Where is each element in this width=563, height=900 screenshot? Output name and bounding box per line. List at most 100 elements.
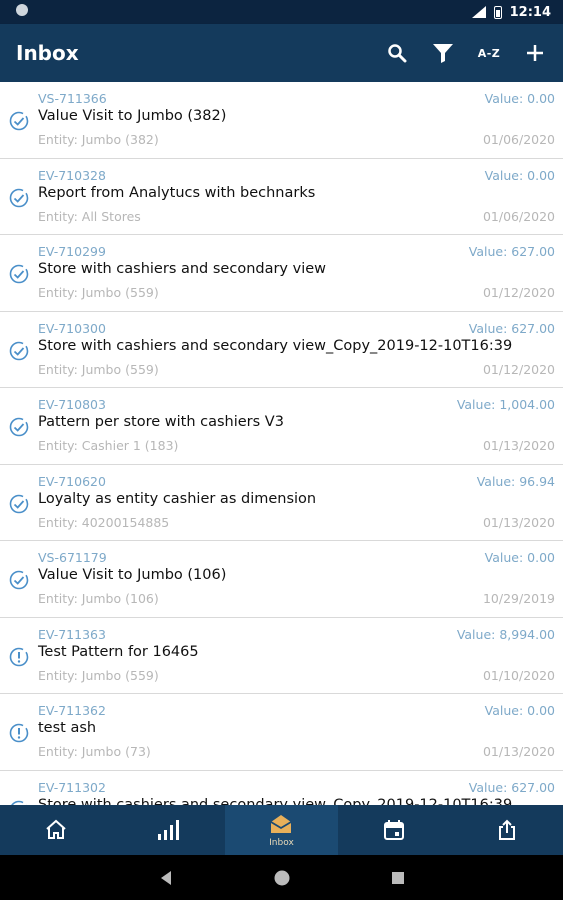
- filter-icon: [433, 44, 453, 63]
- item-title: Store with cashiers and secondary view_C…: [38, 337, 513, 354]
- item-title: Value Visit to Jumbo (106): [38, 567, 227, 583]
- row-header: EV-710299 Value: 627.00: [38, 235, 555, 259]
- inbox-list[interactable]: VS-711366 Value: 0.00 Value Visit to Jumbo…: [0, 82, 563, 805]
- item-date: 01/12/2020: [482, 361, 555, 377]
- completed-check-icon: [9, 188, 29, 207]
- nav-home[interactable]: [0, 805, 113, 855]
- item-entity: Entity: Jumbo (382): [38, 132, 159, 147]
- item-id: EV-710803: [38, 397, 106, 412]
- item-title: Store with cashiers and secondary view_C…: [38, 796, 513, 806]
- sort-az-button[interactable]: A-Z: [477, 41, 501, 65]
- search-button[interactable]: [385, 41, 409, 65]
- list-item[interactable]: EV-710300 Value: 627.00 Store with cashier…: [0, 312, 563, 388]
- bottom-nav: Inbox: [0, 805, 563, 855]
- bar-chart-icon: [157, 820, 179, 840]
- row-header: EV-710803 Value: 1,004.00: [38, 388, 555, 412]
- app-bar: Inbox A-Z: [0, 24, 563, 82]
- row-header: EV-710328 Value: 0.00: [38, 159, 555, 183]
- recents-icon[interactable]: [391, 871, 405, 885]
- item-entity: Entity: 40200154885: [38, 514, 170, 530]
- completed-check-icon: [9, 417, 29, 437]
- list-item[interactable]: VS-671179 Value: 0.00 Value Visit to Jumbo…: [0, 541, 563, 618]
- filter-button[interactable]: [431, 41, 455, 65]
- item-entity: Entity: Jumbo (73): [38, 744, 151, 759]
- item-date: 01/06/2020: [482, 208, 555, 224]
- notification-area: [16, 4, 28, 20]
- item-date: 01/13/2020: [482, 744, 555, 759]
- row-header: EV-711302 Value: 627.00: [38, 771, 555, 795]
- list-item[interactable]: VS-711366 Value: 0.00 Value Visit to Jumbo…: [0, 82, 563, 159]
- item-value: Value: 0.00: [484, 550, 555, 565]
- item-id: EV-711363: [38, 626, 106, 642]
- search-icon: [388, 44, 407, 63]
- plus-icon: [527, 45, 543, 61]
- row-footer: Entity: Cashier 1 (183) 01/13/2020: [38, 434, 555, 453]
- row-footer: Entity: Jumbo (559) 01/12/2020: [38, 358, 555, 377]
- item-id: EV-710299: [38, 244, 106, 259]
- alert-icon: [9, 723, 29, 743]
- nav-calendar[interactable]: [338, 805, 451, 855]
- row-footer: Entity: Jumbo (559) 01/12/2020: [38, 281, 555, 300]
- row-footer: Entity: Jumbo (559) 01/10/2020: [38, 664, 555, 683]
- list-item[interactable]: EV-710620 Value: 96.94 Loyalty as entity c…: [0, 465, 563, 541]
- item-date: 01/13/2020: [482, 514, 555, 530]
- item-entity: Entity: Cashier 1 (183): [38, 438, 179, 453]
- row-footer: Entity: Jumbo (73) 01/13/2020: [38, 740, 555, 759]
- row-header: EV-710300 Value: 627.00: [38, 312, 555, 336]
- row-header: EV-710620 Value: 96.94: [38, 465, 555, 489]
- calendar-icon: [384, 820, 405, 840]
- signal-icon: [471, 6, 486, 18]
- item-entity: Entity: Jumbo (559): [38, 667, 159, 683]
- item-title: test ash: [38, 720, 97, 736]
- back-icon[interactable]: [159, 870, 173, 886]
- home-button-icon[interactable]: [273, 869, 291, 887]
- nav-inbox[interactable]: Inbox: [225, 805, 338, 855]
- item-id: VS-671179: [38, 550, 107, 565]
- status-bar: 12:14: [0, 0, 563, 24]
- item-date: 01/10/2020: [482, 667, 555, 683]
- item-entity: Entity: Jumbo (559): [38, 285, 159, 300]
- app-bar-actions: A-Z: [385, 41, 547, 65]
- item-id: EV-710300: [38, 320, 106, 336]
- list-item[interactable]: EV-710328 Value: 0.00 Report from Analytuc…: [0, 159, 563, 235]
- list-item[interactable]: EV-710299 Value: 627.00 Store with cashier…: [0, 235, 563, 312]
- list-item[interactable]: EV-710803 Value: 1,004.00 Pattern per stor…: [0, 388, 563, 465]
- nav-share[interactable]: [450, 805, 563, 855]
- item-value: Value: 0.00: [484, 703, 555, 718]
- item-value: Value: 627.00: [468, 244, 555, 259]
- list-item[interactable]: EV-711363 Value: 8,994.00 Test Pattern for…: [0, 618, 563, 694]
- completed-check-icon: [9, 341, 29, 360]
- notification-dot-icon: [16, 4, 28, 16]
- completed-check-icon: [9, 111, 29, 131]
- item-id: EV-710328: [38, 167, 106, 183]
- row-footer: Entity: All Stores 01/06/2020: [38, 205, 555, 224]
- item-title: Pattern per store with cashiers V3: [38, 414, 284, 430]
- row-header: EV-711362 Value: 0.00: [38, 694, 555, 718]
- system-nav-bar: [0, 855, 563, 900]
- item-title: Loyalty as entity cashier as dimension: [38, 490, 317, 507]
- item-title: Value Visit to Jumbo (382): [38, 108, 227, 124]
- row-footer: Entity: 40200154885 01/13/2020: [38, 511, 555, 530]
- item-date: 01/12/2020: [482, 285, 555, 300]
- item-value: Value: 0.00: [484, 91, 555, 106]
- system-indicators: 12:14: [471, 5, 551, 20]
- item-title: Report from Analytucs with bechnarks: [38, 184, 316, 201]
- item-value: Value: 627.00: [468, 779, 555, 795]
- alert-icon: [9, 647, 29, 666]
- item-entity: Entity: All Stores: [38, 208, 141, 224]
- item-id: EV-711302: [38, 779, 106, 795]
- item-entity: Entity: Jumbo (106): [38, 591, 159, 606]
- row-header: VS-711366 Value: 0.00: [38, 82, 555, 106]
- add-button[interactable]: [523, 41, 547, 65]
- item-value: Value: 96.94: [476, 473, 555, 489]
- list-item[interactable]: EV-711362 Value: 0.00 test ash Entity: Jumb…: [0, 694, 563, 771]
- battery-icon: [493, 5, 502, 19]
- list-item[interactable]: EV-711302 Value: 627.00 Store with cashier…: [0, 771, 563, 806]
- home-icon: [46, 819, 66, 839]
- item-title: Store with cashiers and secondary view: [38, 261, 327, 277]
- nav-reports[interactable]: [113, 805, 226, 855]
- completed-check-icon: [9, 570, 29, 590]
- completed-check-icon: [9, 264, 29, 284]
- row-footer: Entity: Jumbo (106) 10/29/2019: [38, 587, 555, 606]
- item-date: 01/06/2020: [482, 132, 555, 147]
